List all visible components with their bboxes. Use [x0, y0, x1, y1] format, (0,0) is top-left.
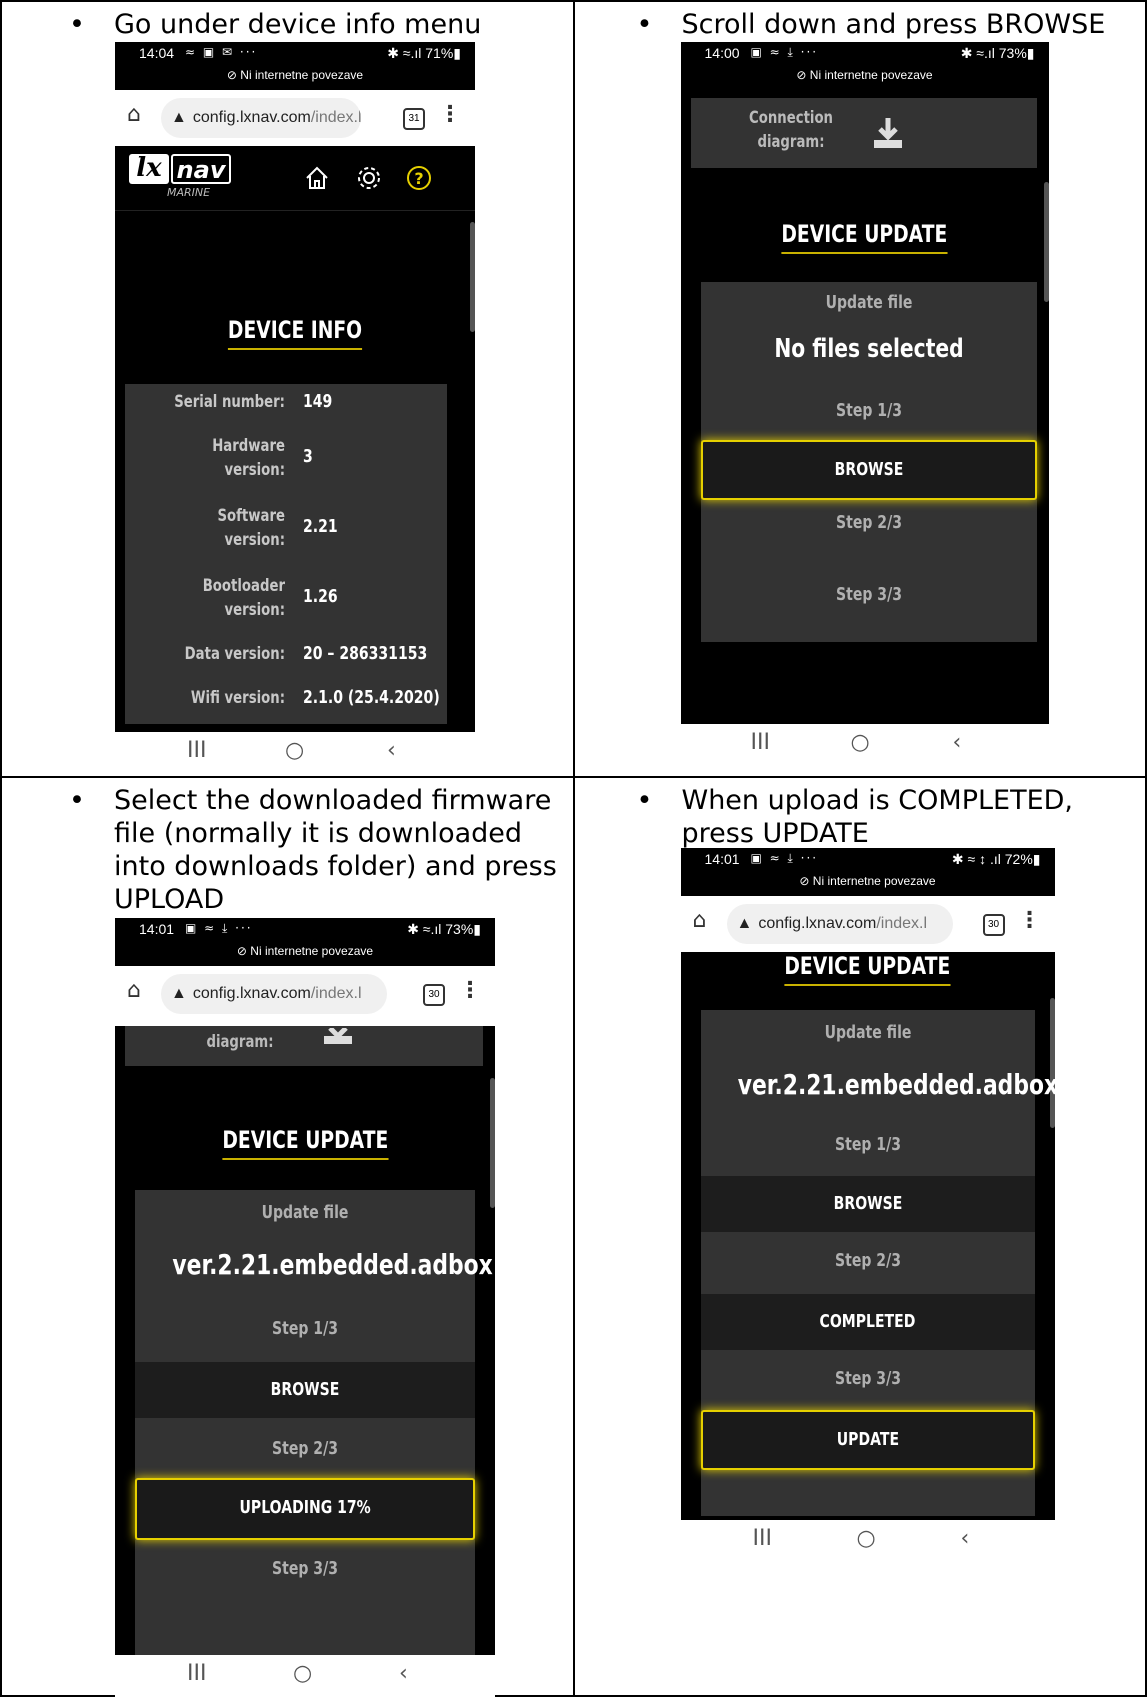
connection-diagram-card: Connection diagram: [690, 98, 1037, 168]
browse-button[interactable]: BROWSE [135, 1362, 475, 1418]
instruction-table: • Go under device info menu 14:04 ≈ ▣ ✉ … [0, 0, 1147, 1697]
instruction: • Scroll down and press BROWSE [636, 9, 1106, 40]
download-icon[interactable] [871, 116, 905, 150]
tab-count-icon[interactable]: 30 [982, 914, 1005, 936]
browser-url-bar: ⌂ ▲ config.lxnav.com/index.l 30 ⋮ [680, 896, 1055, 952]
back-icon[interactable]: ‹ [953, 730, 962, 755]
nav-home-icon[interactable]: ○ [857, 1526, 876, 1551]
browser-menu-icon[interactable]: ⋮ [1019, 908, 1041, 933]
cell-device-info: • Go under device info menu 14:04 ≈ ▣ ✉ … [0, 0, 575, 778]
recent-apps-icon[interactable]: III [187, 1661, 206, 1686]
phone-screenshot: 14:00 ▣ ≈ ⤓ ··· ✱ ≈.ıl 73%▮ ⊘ Ni interne… [680, 42, 1049, 766]
browser-url-bar: ⌂ ▲ config.lxnav.com/index.l 30 ⋮ [115, 966, 495, 1026]
url-field[interactable]: ▲ config.lxnav.com/index.l [161, 98, 361, 138]
home-icon[interactable] [303, 164, 331, 192]
nav-home-icon[interactable]: ○ [851, 730, 870, 755]
android-nav-bar: III ○ ‹ [680, 724, 1049, 766]
browser-menu-icon[interactable]: ⋮ [459, 978, 481, 1003]
selected-file: No files selected [773, 334, 964, 364]
browse-button[interactable]: BROWSE [700, 1176, 1035, 1232]
browse-button[interactable]: BROWSE [700, 440, 1037, 500]
update-button[interactable]: UPDATE [700, 1410, 1035, 1470]
app-header: lx nav MARINE ? [115, 146, 475, 211]
android-nav-bar: III ○ ‹ [680, 1520, 1055, 1562]
browser-url-bar: ⌂ ▲ config.lxnav.com/index.l 31 ⋮ [115, 90, 475, 146]
back-icon[interactable]: ‹ [961, 1526, 970, 1551]
selected-file: ver.2.21.embedded.adbox [172, 1248, 493, 1281]
scrollbar[interactable] [1049, 998, 1055, 1128]
android-nav-bar: III ○ ‹ [115, 1655, 495, 1697]
page-title: DEVICE UPDATE [681, 952, 1055, 986]
download-icon[interactable] [321, 1028, 355, 1044]
tab-count-icon[interactable]: 30 [423, 984, 445, 1006]
url-field[interactable]: ▲ config.lxnav.com/index.l [161, 974, 387, 1014]
url-field[interactable]: ▲ config.lxnav.com/index.l [726, 904, 953, 944]
recent-apps-icon[interactable]: III [753, 1526, 772, 1551]
completed-status: COMPLETED [700, 1294, 1035, 1350]
recent-apps-icon[interactable]: III [751, 730, 770, 755]
update-card: Update file ver.2.21.embedded.adbox Step… [700, 1010, 1055, 1516]
browser-menu-icon[interactable]: ⋮ [439, 102, 461, 127]
status-bar: 14:00 ▣ ≈ ⤓ ··· ✱ ≈.ıl 73%▮ ⊘ Ni interne… [680, 42, 1049, 90]
status-bar: 14:01 ▣ ≈ ⤓ ··· ✱ ≈ ↕ .ıl 72%▮ ⊘ Ni inte… [680, 848, 1055, 896]
back-icon[interactable]: ‹ [387, 738, 396, 763]
gear-icon[interactable] [355, 164, 383, 192]
lxnav-logo: lx nav MARINE [127, 152, 237, 204]
page-title: DEVICE UPDATE [115, 1126, 495, 1160]
browser-home-icon[interactable]: ⌂ [693, 908, 707, 933]
status-bar: 14:04 ≈ ▣ ✉ ··· ✱ ≈.ıl 71%▮ ⊘ Ni interne… [115, 42, 475, 90]
help-icon[interactable]: ? [405, 164, 433, 192]
update-card: Update file ver.2.21.embedded.adbox Step… [135, 1190, 493, 1697]
selected-file: ver.2.21.embedded.adbox [737, 1068, 1055, 1101]
svg-text:?: ? [414, 169, 423, 188]
instruction: • When upload is COMPLETED, press UPDATE [636, 785, 1074, 849]
device-info-card: Serial number: 149 Hardware version: 3 S… [125, 384, 447, 724]
instruction: • Select the downloaded firmware file (n… [69, 785, 557, 915]
instruction: • Go under device info menu [69, 9, 482, 40]
update-card: Update file No files selected Step 1/3 B… [700, 282, 1037, 642]
nav-home-icon[interactable]: ○ [293, 1661, 312, 1686]
phone-screenshot: 14:01 ▣ ≈ ⤓ ··· ✱ ≈ ↕ .ıl 72%▮ ⊘ Ni inte… [680, 848, 1055, 1562]
cell-update: • When upload is COMPLETED, press UPDATE… [572, 776, 1147, 1697]
nav-home-icon[interactable]: ○ [285, 738, 304, 763]
page-title: DEVICE UPDATE [681, 220, 1049, 254]
browser-home-icon[interactable]: ⌂ [127, 102, 141, 127]
warning-icon: ▲ [171, 109, 187, 126]
page-title: DEVICE INFO [115, 316, 475, 350]
cell-upload: • Select the downloaded firmware file (n… [0, 776, 575, 1697]
status-bar: 14:01 ▣ ≈ ⤓ ··· ✱ ≈.ıl 73%▮ ⊘ Ni interne… [115, 918, 495, 966]
upload-button[interactable]: UPLOADING 17% [135, 1478, 475, 1540]
warning-icon: ▲ [736, 915, 753, 932]
cell-browse: • Scroll down and press BROWSE 14:00 ▣ ≈… [572, 0, 1147, 778]
connection-diagram-card: diagram: [125, 1026, 483, 1066]
recent-apps-icon[interactable]: III [187, 738, 206, 763]
warning-icon: ▲ [171, 985, 187, 1002]
browser-home-icon[interactable]: ⌂ [127, 978, 141, 1003]
tab-count-icon[interactable]: 31 [403, 108, 425, 130]
phone-screenshot: 14:01 ▣ ≈ ⤓ ··· ✱ ≈.ıl 73%▮ ⊘ Ni interne… [115, 918, 495, 1697]
back-icon[interactable]: ‹ [399, 1661, 408, 1686]
android-nav-bar: III ○ ‹ [115, 732, 475, 768]
phone-screenshot: 14:04 ≈ ▣ ✉ ··· ✱ ≈.ıl 71%▮ ⊘ Ni interne… [115, 42, 475, 768]
